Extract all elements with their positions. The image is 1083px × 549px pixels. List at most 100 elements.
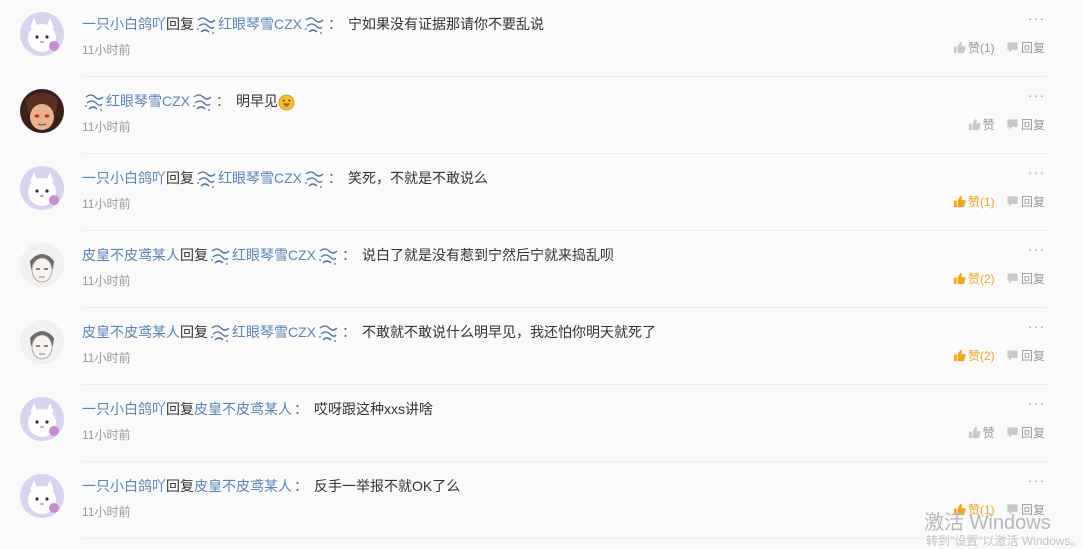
- comment-time: 11小时前: [82, 351, 131, 365]
- name-decoration-icon: [191, 91, 213, 113]
- thumbs-up-icon: [953, 195, 968, 208]
- like-label: 赞(2): [967, 349, 995, 363]
- comment-item: 一只小白鸽吖回复 红眼琴雪CZX ： 宁如果没有证据那请你不要乱说 11小时前 ···…: [0, 0, 1083, 77]
- comment-text: 宁如果没有证据那请你不要乱说: [348, 16, 544, 32]
- comment-line: 皮皇不皮鸢某人回复 红眼琴雪CZX ： 说白了就是没有惹到宁然后宁就来捣乱呗: [82, 245, 614, 266]
- divider: [82, 538, 1047, 539]
- like-label: 赞(1): [967, 195, 995, 209]
- reply-label: 回复: [1020, 41, 1045, 55]
- comment-author[interactable]: 红眼琴雪CZX: [106, 93, 190, 109]
- like-button[interactable]: 赞(2): [953, 270, 995, 287]
- comment-text: 说白了就是没有惹到宁然后宁就来捣乱呗: [362, 247, 614, 263]
- avatar[interactable]: [20, 166, 64, 210]
- comment-actions: 赞 回复: [968, 424, 1045, 442]
- reply-target-user[interactable]: 红眼琴雪CZX: [232, 324, 316, 340]
- name-decoration-icon: [195, 14, 217, 36]
- comment-author[interactable]: 一只小白鸽吖: [82, 170, 166, 186]
- more-options-icon[interactable]: ···: [1028, 87, 1045, 103]
- comment-time: 11小时前: [82, 197, 131, 211]
- reply-button[interactable]: 回复: [1006, 270, 1045, 287]
- like-button[interactable]: 赞(1): [953, 39, 995, 56]
- name-decoration-icon: [303, 14, 325, 36]
- comment-time: 11小时前: [82, 274, 131, 288]
- reply-button[interactable]: 回复: [1006, 193, 1045, 210]
- avatar[interactable]: [20, 320, 64, 364]
- thumbs-up-icon: [968, 426, 983, 439]
- comment-bubble-icon: [1006, 349, 1021, 362]
- reply-target-user[interactable]: 皮皇不皮鸢某人: [194, 401, 292, 417]
- like-button[interactable]: 赞: [968, 424, 995, 441]
- colon: ：: [294, 401, 308, 417]
- avatar[interactable]: [20, 12, 64, 56]
- comment-time: 11小时前: [82, 43, 131, 57]
- like-button[interactable]: 赞(2): [953, 347, 995, 364]
- comment-text: 哎呀跟这种xxs讲啥: [314, 401, 433, 417]
- reply-label: 回复: [1020, 349, 1045, 363]
- like-button[interactable]: 赞: [968, 116, 995, 133]
- more-options-icon[interactable]: ···: [1028, 241, 1045, 257]
- thumbs-up-icon: [953, 349, 968, 362]
- more-options-icon[interactable]: ···: [1028, 10, 1045, 26]
- comment-item: 红眼琴雪CZX ： 明早见 11小时前 ··· 赞 回复: [0, 77, 1083, 154]
- like-button[interactable]: 赞(1): [953, 193, 995, 210]
- reply-word: 回复: [180, 247, 208, 263]
- thumbs-up-icon: [968, 118, 983, 131]
- reply-target-user[interactable]: 红眼琴雪CZX: [218, 16, 302, 32]
- name-decoration-icon: [195, 168, 217, 190]
- name-decoration-icon: [83, 91, 105, 113]
- comment-author[interactable]: 一只小白鸽吖: [82, 401, 166, 417]
- comment-item: 一只小白鸽吖回复皮皇不皮鸢某人：哎呀跟这种xxs讲啥 11小时前 ··· 赞 回…: [0, 385, 1083, 462]
- reply-target-user[interactable]: 红眼琴雪CZX: [218, 170, 302, 186]
- name-decoration-icon: [317, 322, 339, 344]
- comment-bubble-icon: [1006, 272, 1021, 285]
- reply-target-user[interactable]: 红眼琴雪CZX: [232, 247, 316, 263]
- comment-line: 一只小白鸽吖回复皮皇不皮鸢某人： 哎呀跟这种xxs讲啥: [82, 399, 433, 419]
- comment-text: 反手一举报不就OK了么: [314, 478, 461, 494]
- like-label: 赞: [982, 118, 995, 132]
- more-options-icon[interactable]: ···: [1028, 395, 1045, 411]
- reply-target-user[interactable]: 皮皇不皮鸢某人: [194, 478, 292, 494]
- avatar[interactable]: [20, 243, 64, 287]
- like-label: 赞(1): [967, 41, 995, 55]
- reply-word: 回复: [180, 324, 208, 340]
- comment-author[interactable]: 一只小白鸽吖: [82, 478, 166, 494]
- reply-button[interactable]: 回复: [1006, 39, 1045, 56]
- more-options-icon[interactable]: ···: [1028, 318, 1045, 334]
- reply-button[interactable]: 回复: [1006, 116, 1045, 133]
- comment-time: 11小时前: [82, 505, 131, 519]
- reply-word: 回复: [166, 401, 194, 417]
- comment-line: 皮皇不皮鸢某人回复 红眼琴雪CZX ： 不敢就不敢说什么明早见，我还怕你明天就死了: [82, 322, 656, 344]
- comment-actions: 赞(1) 回复: [953, 39, 1045, 57]
- name-decoration-icon: [303, 168, 325, 190]
- comment-actions: 赞(2) 回复: [953, 270, 1045, 288]
- reply-word: 回复: [166, 170, 194, 186]
- comment-text: 不敢就不敢说什么明早见，我还怕你明天就死了: [362, 324, 656, 340]
- comment-bubble-icon: [1006, 118, 1021, 131]
- avatar[interactable]: [20, 397, 64, 441]
- reply-label: 回复: [1020, 118, 1045, 132]
- avatar[interactable]: [20, 89, 64, 133]
- colon: ：: [294, 478, 308, 494]
- comment-item: 一只小白鸽吖回复皮皇不皮鸢某人：反手一举报不就OK了么 11小时前 ··· 赞(…: [0, 462, 1083, 539]
- comment-item: 皮皇不皮鸢某人回复 红眼琴雪CZX ： 不敢就不敢说什么明早见，我还怕你明天就死了 1…: [0, 308, 1083, 385]
- reply-word: 回复: [166, 478, 194, 494]
- comment-item: 皮皇不皮鸢某人回复 红眼琴雪CZX ： 说白了就是没有惹到宁然后宁就来捣乱呗 11小时…: [0, 231, 1083, 308]
- comment-author[interactable]: 皮皇不皮鸢某人: [82, 247, 180, 263]
- more-options-icon[interactable]: ···: [1028, 164, 1045, 180]
- like-label: 赞: [982, 426, 995, 440]
- comment-text: 笑死，不就是不敢说么: [348, 170, 488, 186]
- reply-label: 回复: [1020, 426, 1045, 440]
- comment-author[interactable]: 皮皇不皮鸢某人: [82, 324, 180, 340]
- comment-actions: 赞 回复: [968, 116, 1045, 134]
- reply-button[interactable]: 回复: [1006, 347, 1045, 364]
- comment-line: 一只小白鸽吖回复皮皇不皮鸢某人： 反手一举报不就OK了么: [82, 476, 460, 496]
- comment-author[interactable]: 一只小白鸽吖: [82, 16, 166, 32]
- more-options-icon[interactable]: ···: [1028, 472, 1045, 488]
- reply-label: 回复: [1020, 272, 1045, 286]
- comment-text: 明早见: [236, 93, 278, 109]
- thumbs-up-icon: [953, 272, 968, 285]
- comment-line: 一只小白鸽吖回复 红眼琴雪CZX ： 笑死，不就是不敢说么: [82, 168, 488, 190]
- avatar[interactable]: [20, 474, 64, 518]
- reply-button[interactable]: 回复: [1006, 424, 1045, 441]
- colon: ：: [216, 93, 230, 109]
